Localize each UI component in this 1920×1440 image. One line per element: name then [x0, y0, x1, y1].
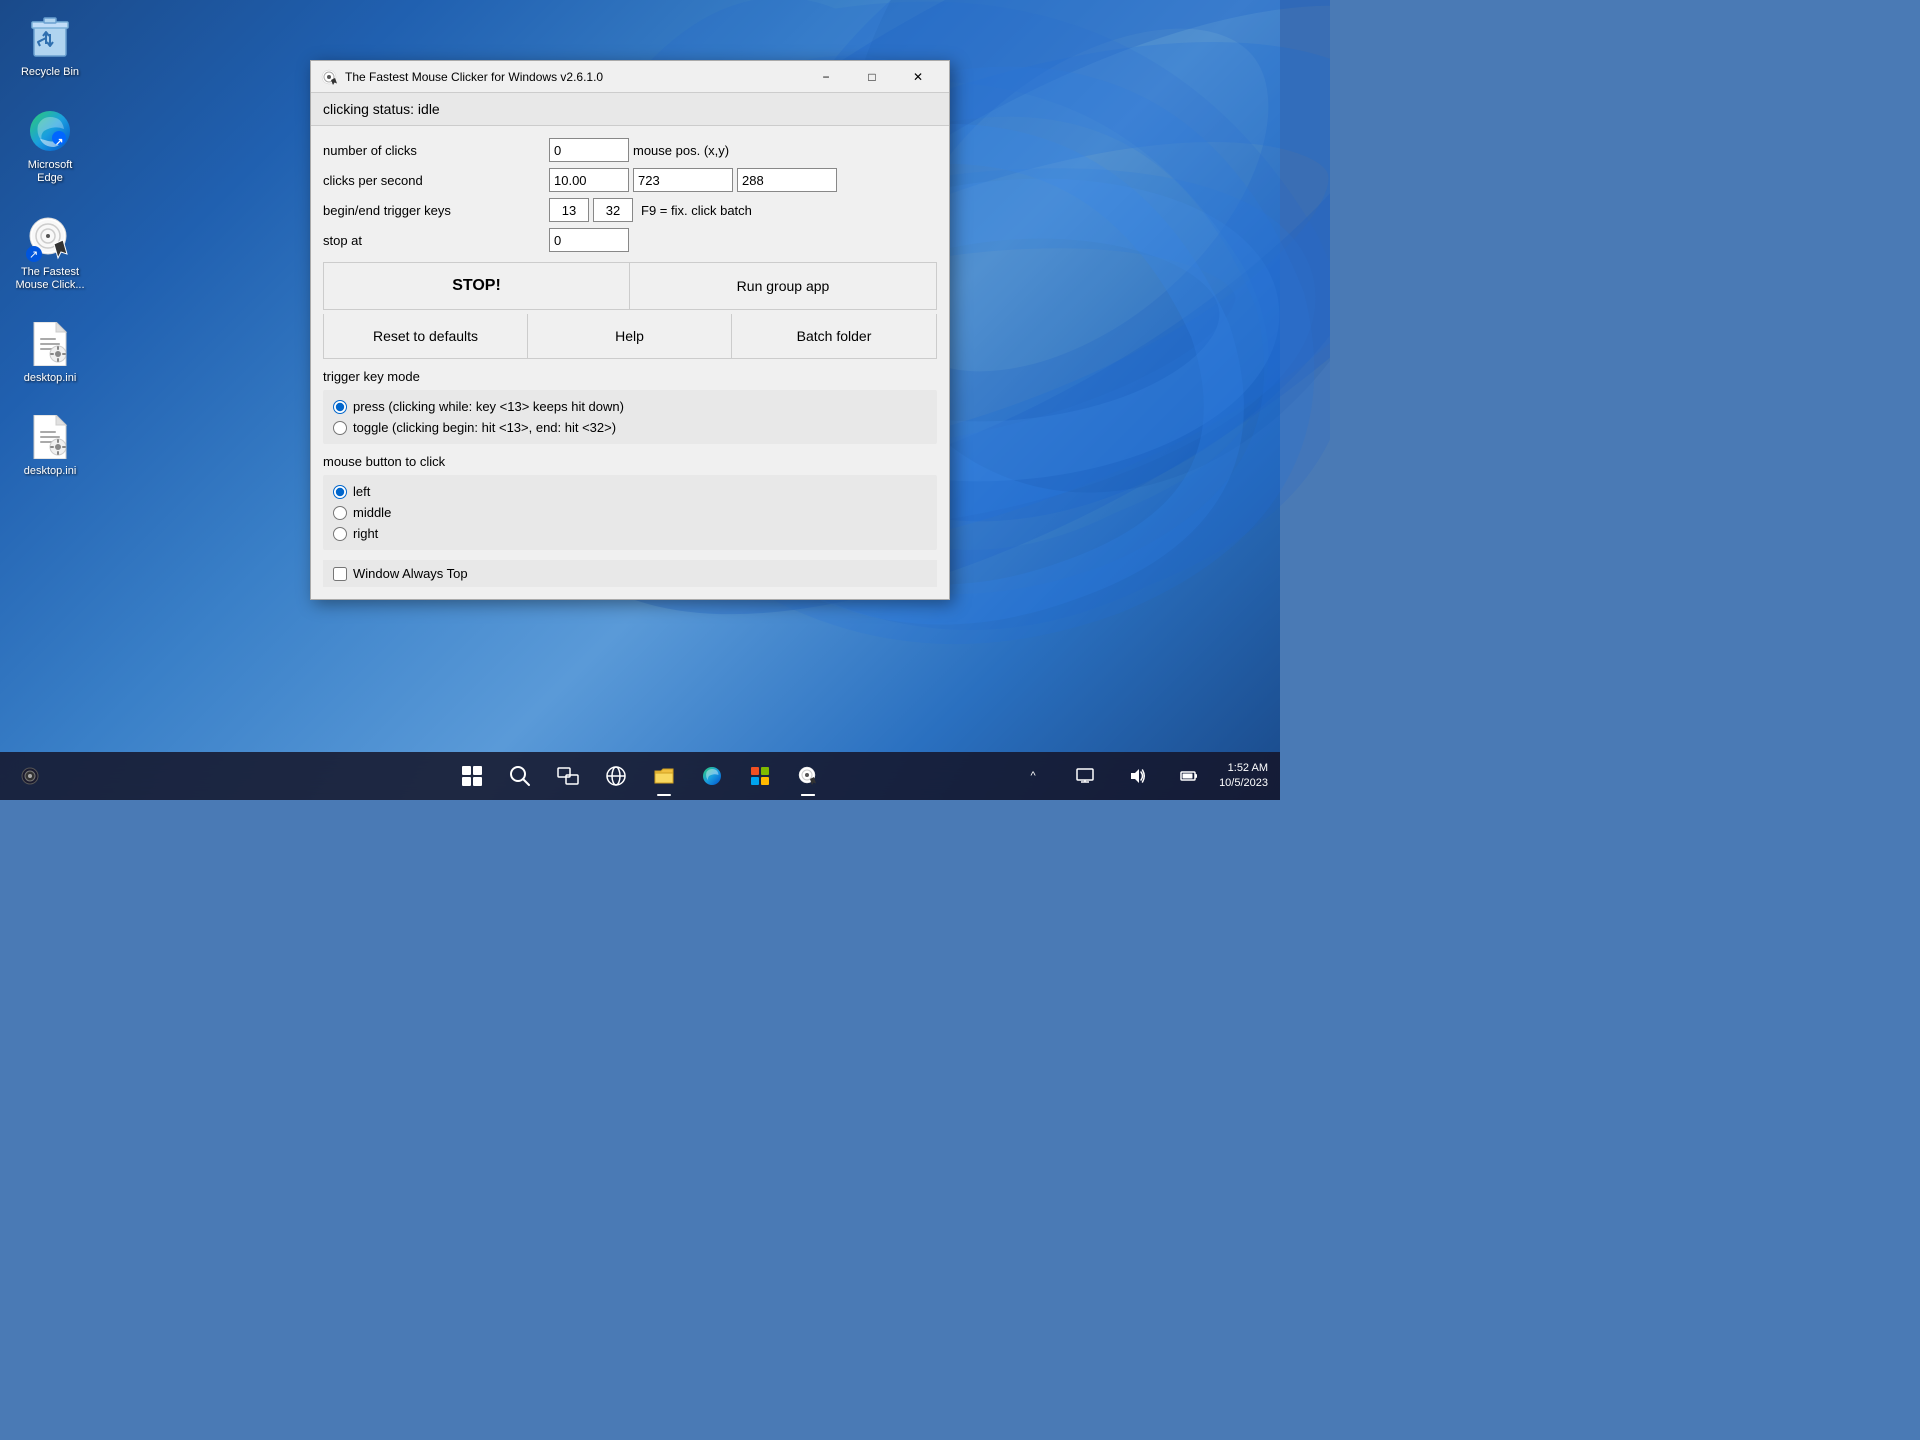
taskbar-mouseclicker-button[interactable]	[786, 754, 830, 798]
trigger-key-begin-input[interactable]	[549, 198, 589, 222]
window-always-top-label: Window Always Top	[353, 566, 468, 581]
trigger-key-mode-section: trigger key mode press (clicking while: …	[323, 369, 937, 444]
clicks-per-second-input[interactable]	[549, 168, 629, 192]
status-text: clicking status: idle	[323, 101, 440, 117]
clock-display[interactable]: 1:52 AM 10/5/2023	[1219, 761, 1268, 792]
taskbar-search-button[interactable]	[498, 754, 542, 798]
clicks-per-second-label: clicks per second	[323, 173, 543, 188]
desktopini-2-icon	[26, 413, 74, 461]
desktopini-2-label: desktop.ini	[24, 465, 77, 478]
taskbar-center	[450, 754, 830, 798]
trigger-toggle-option[interactable]: toggle (clicking begin: hit <13>, end: h…	[333, 417, 927, 438]
svg-text:↗: ↗	[55, 137, 63, 148]
maximize-button[interactable]: □	[849, 61, 895, 93]
desktopini-1-icon	[26, 320, 74, 368]
run-group-button[interactable]: Run group app	[630, 263, 936, 309]
desktop-icon-mouse-clicker[interactable]: ↗ The Fastest Mouse Click...	[10, 210, 90, 296]
mouse-middle-option[interactable]: middle	[333, 502, 927, 523]
taskbar: ^	[0, 752, 1280, 800]
main-content: number of clicks mouse pos. (x,y) clicks…	[311, 126, 949, 599]
number-of-clicks-row: mouse pos. (x,y)	[549, 138, 937, 162]
app-icon	[319, 67, 339, 87]
desktop-icon-desktopini-1[interactable]: desktop.ini	[10, 316, 90, 389]
mouse-button-options: left middle right	[323, 475, 937, 550]
fix-batch-label: F9 = fix. click batch	[641, 203, 752, 218]
window-always-top-checkbox[interactable]	[333, 567, 347, 581]
taskbar-edge-button[interactable]	[690, 754, 734, 798]
mouse-right-label: right	[353, 526, 378, 541]
trigger-toggle-label: toggle (clicking begin: hit <13>, end: h…	[353, 420, 616, 435]
desktop-icons: Recycle Bin	[10, 10, 90, 482]
recycle-bin-label: Recycle Bin	[21, 66, 79, 79]
taskbar-widgets-button[interactable]	[594, 754, 638, 798]
mouse-right-option[interactable]: right	[333, 523, 927, 544]
title-bar-controls: − □ ✕	[803, 61, 941, 93]
edge-icon: ↗	[26, 107, 74, 155]
trigger-key-mode-label: trigger key mode	[323, 369, 937, 384]
mouse-clicker-label: The Fastest Mouse Click...	[14, 266, 86, 292]
number-of-clicks-input[interactable]	[549, 138, 629, 162]
mouse-button-section: mouse button to click left middle right	[323, 454, 937, 550]
title-bar: The Fastest Mouse Clicker for Windows v2…	[311, 61, 949, 93]
mouse-button-label: mouse button to click	[323, 454, 937, 469]
stop-button[interactable]: STOP!	[324, 263, 630, 309]
mouse-middle-label: middle	[353, 505, 391, 520]
desktop-icon-recycle-bin[interactable]: Recycle Bin	[10, 10, 90, 83]
desktop-icon-edge[interactable]: ↗ Microsoft Edge	[10, 103, 90, 189]
mouse-right-radio[interactable]	[333, 527, 347, 541]
stop-at-row	[549, 228, 937, 252]
mouse-pos-y-input[interactable]	[737, 168, 837, 192]
trigger-press-option[interactable]: press (clicking while: key <13> keeps hi…	[333, 396, 927, 417]
taskbar-battery-button[interactable]	[1167, 754, 1211, 798]
clock-time: 1:52 AM	[1219, 761, 1268, 776]
mouse-left-label: left	[353, 484, 370, 499]
trigger-key-end-input[interactable]	[593, 198, 633, 222]
mouse-middle-radio[interactable]	[333, 506, 347, 520]
app-window: The Fastest Mouse Clicker for Windows v2…	[310, 60, 950, 600]
desktopini-1-label: desktop.ini	[24, 372, 77, 385]
batch-folder-button[interactable]: Batch folder	[732, 314, 936, 358]
svg-text:↗: ↗	[29, 249, 38, 261]
window-always-top-row[interactable]: Window Always Top	[323, 560, 937, 587]
mouse-clicker-icon: ↗	[26, 214, 74, 262]
number-of-clicks-label: number of clicks	[323, 143, 543, 158]
help-button[interactable]: Help	[528, 314, 732, 358]
taskbar-volume-button[interactable]	[1115, 754, 1159, 798]
taskbar-cortana[interactable]	[12, 758, 48, 794]
title-bar-text: The Fastest Mouse Clicker for Windows v2…	[345, 70, 803, 84]
taskbar-fileexplorer-button[interactable]	[642, 754, 686, 798]
clicks-per-second-row	[549, 168, 937, 192]
stop-at-input[interactable]	[549, 228, 629, 252]
trigger-keys-row: F9 = fix. click batch	[549, 198, 937, 222]
desktop-icon-desktopini-2[interactable]: desktop.ini	[10, 409, 90, 482]
stop-at-label: stop at	[323, 233, 543, 248]
trigger-key-mode-options: press (clicking while: key <13> keeps hi…	[323, 390, 937, 444]
minimize-button[interactable]: −	[803, 61, 849, 93]
taskbar-taskview-button[interactable]	[546, 754, 590, 798]
desktop: Recycle Bin	[0, 0, 1280, 800]
info-grid: number of clicks mouse pos. (x,y) clicks…	[323, 138, 937, 252]
taskbar-display-button[interactable]	[1063, 754, 1107, 798]
edge-label: Microsoft Edge	[14, 159, 86, 185]
secondary-buttons-row: Reset to defaults Help Batch folder	[323, 314, 937, 359]
primary-buttons-row: STOP! Run group app	[323, 262, 937, 310]
clock-date: 10/5/2023	[1219, 776, 1268, 791]
taskbar-store-button[interactable]	[738, 754, 782, 798]
taskbar-left	[12, 758, 48, 794]
recycle-bin-icon	[26, 14, 74, 62]
trigger-keys-label: begin/end trigger keys	[323, 203, 543, 218]
mouse-left-option[interactable]: left	[333, 481, 927, 502]
taskbar-chevron-button[interactable]: ^	[1011, 754, 1055, 798]
trigger-toggle-radio[interactable]	[333, 421, 347, 435]
trigger-press-label: press (clicking while: key <13> keeps hi…	[353, 399, 624, 414]
taskbar-right: ^	[1011, 754, 1268, 798]
mouse-left-radio[interactable]	[333, 485, 347, 499]
trigger-press-radio[interactable]	[333, 400, 347, 414]
reset-button[interactable]: Reset to defaults	[324, 314, 528, 358]
status-bar: clicking status: idle	[311, 93, 949, 126]
taskbar-start-button[interactable]	[450, 754, 494, 798]
mouse-pos-x-input[interactable]	[633, 168, 733, 192]
close-button[interactable]: ✕	[895, 61, 941, 93]
mouse-pos-label: mouse pos. (x,y)	[633, 143, 729, 158]
